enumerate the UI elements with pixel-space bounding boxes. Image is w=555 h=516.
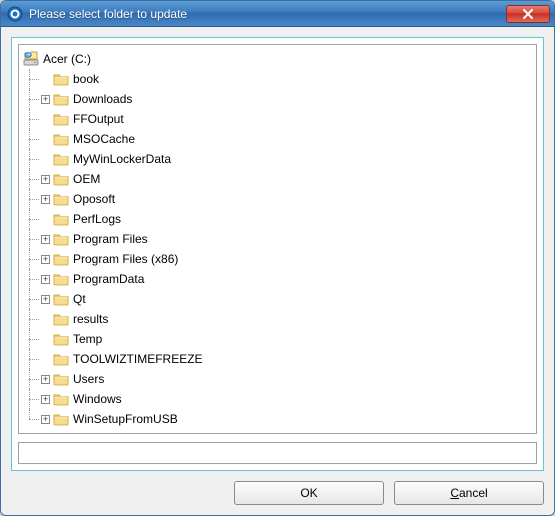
expand-toggle-icon[interactable]: + <box>41 95 50 104</box>
tree-node[interactable]: + OEM <box>41 169 532 189</box>
expand-toggle-icon[interactable]: + <box>41 235 50 244</box>
folder-icon <box>53 152 69 166</box>
expand-toggle-icon[interactable]: + <box>41 175 50 184</box>
tree-node[interactable]: results <box>41 309 532 329</box>
expand-spacer <box>41 75 50 84</box>
tree-node[interactable]: + Qt <box>41 289 532 309</box>
tree-node[interactable]: + Users <box>41 369 532 389</box>
expand-toggle-icon[interactable]: + <box>41 195 50 204</box>
expand-spacer <box>41 315 50 324</box>
folder-icon <box>53 92 69 106</box>
tree-node[interactable]: + Windows <box>41 389 532 409</box>
folder-icon <box>53 272 69 286</box>
folder-icon <box>53 232 69 246</box>
tree-node[interactable]: FFOutput <box>41 109 532 129</box>
tree-node[interactable]: + WinSetupFromUSB <box>41 409 532 429</box>
tree-node[interactable]: MyWinLockerData <box>41 149 532 169</box>
folder-icon <box>53 332 69 346</box>
ok-button[interactable]: OK <box>234 481 384 505</box>
tree-node-label: Downloads <box>73 92 132 106</box>
cancel-button[interactable]: Cancel <box>394 481 544 505</box>
tree-node-label: OEM <box>73 172 100 186</box>
tree-node-label: Temp <box>73 332 102 346</box>
tree-node[interactable]: + Oposoft <box>41 189 532 209</box>
folder-icon <box>53 392 69 406</box>
expand-toggle-icon[interactable]: + <box>41 255 50 264</box>
button-row: OK Cancel <box>11 471 544 505</box>
tree-node-label: MyWinLockerData <box>73 152 171 166</box>
tree-root-node[interactable]: Acer (C:) <box>23 49 532 69</box>
folder-icon <box>53 372 69 386</box>
tree-node-label: FFOutput <box>73 112 124 126</box>
expand-spacer <box>41 335 50 344</box>
tree-node[interactable]: MSOCache <box>41 129 532 149</box>
expand-spacer <box>41 355 50 364</box>
tree-node-label: TOOLWIZTIMEFREEZE <box>73 352 203 366</box>
tree-node[interactable]: book <box>41 69 532 89</box>
expand-spacer <box>41 215 50 224</box>
app-icon <box>7 6 23 22</box>
folder-icon <box>53 252 69 266</box>
expand-spacer <box>41 115 50 124</box>
expand-toggle-icon[interactable]: + <box>41 275 50 284</box>
ok-button-label: OK <box>300 486 317 500</box>
tree-node[interactable]: + ProgramData <box>41 269 532 289</box>
tree-node-label: WinSetupFromUSB <box>73 412 178 426</box>
tree-node-label: Program Files <box>73 232 148 246</box>
drive-icon <box>23 51 39 67</box>
tree-root-label: Acer (C:) <box>43 52 91 66</box>
tree-node-label: Qt <box>73 292 86 306</box>
folder-icon <box>53 412 69 426</box>
folder-icon <box>53 72 69 86</box>
tree-node[interactable]: + Program Files <box>41 229 532 249</box>
folder-icon <box>53 312 69 326</box>
tree-node[interactable]: TOOLWIZTIMEFREEZE <box>41 349 532 369</box>
titlebar: Please select folder to update <box>1 1 554 27</box>
expand-toggle-icon[interactable]: + <box>41 375 50 384</box>
tree-node[interactable]: Temp <box>41 329 532 349</box>
client-area: Acer (C:) book + Downloads FFOutput MSOCa… <box>1 27 554 515</box>
tree-node-label: MSOCache <box>73 132 135 146</box>
folder-icon <box>53 172 69 186</box>
expand-spacer <box>41 135 50 144</box>
close-button[interactable] <box>506 5 550 23</box>
inner-frame: Acer (C:) book + Downloads FFOutput MSOCa… <box>11 37 544 471</box>
dialog-window: Please select folder to update <box>0 0 555 516</box>
cancel-button-label: Cancel <box>450 486 487 500</box>
folder-icon <box>53 132 69 146</box>
tree-node[interactable]: + Program Files (x86) <box>41 249 532 269</box>
folder-icon <box>53 292 69 306</box>
tree-node-label: Oposoft <box>73 192 115 206</box>
folder-tree[interactable]: Acer (C:) book + Downloads FFOutput MSOCa… <box>18 44 537 434</box>
expand-toggle-icon[interactable]: + <box>41 415 50 424</box>
tree-node-label: results <box>73 312 108 326</box>
folder-icon <box>53 112 69 126</box>
tree-node-label: Program Files (x86) <box>73 252 178 266</box>
tree-node[interactable]: + Downloads <box>41 89 532 109</box>
expand-toggle-icon[interactable]: + <box>41 295 50 304</box>
tree-node-label: book <box>73 72 99 86</box>
folder-icon <box>53 352 69 366</box>
path-input[interactable] <box>18 442 537 464</box>
folder-icon <box>53 212 69 226</box>
window-title: Please select folder to update <box>29 7 506 21</box>
expand-spacer <box>41 155 50 164</box>
tree-node-label: PerfLogs <box>73 212 121 226</box>
folder-icon <box>53 192 69 206</box>
tree-node-label: ProgramData <box>73 272 144 286</box>
tree-node-label: Windows <box>73 392 122 406</box>
expand-toggle-icon[interactable]: + <box>41 395 50 404</box>
tree-node-label: Users <box>73 372 104 386</box>
tree-node[interactable]: PerfLogs <box>41 209 532 229</box>
